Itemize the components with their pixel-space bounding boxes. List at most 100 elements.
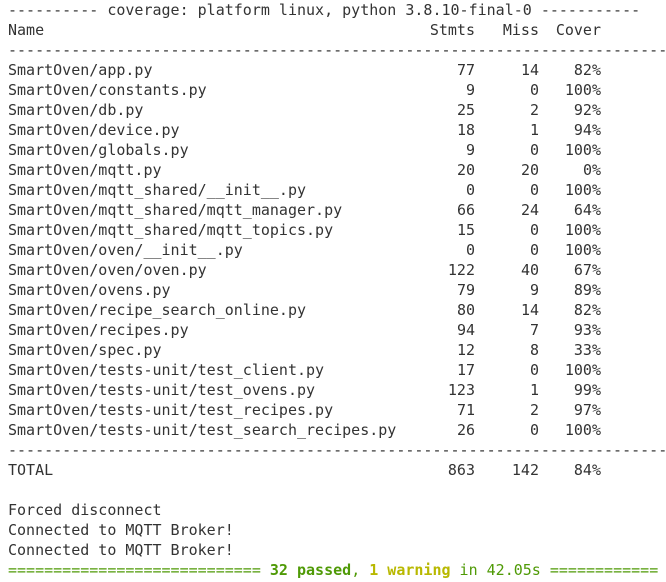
miss-value: 0 bbox=[529, 181, 539, 199]
miss-value: 2 bbox=[529, 401, 539, 419]
stmts-value: 71 bbox=[456, 401, 475, 419]
summary-left-rule: ============================ bbox=[8, 561, 270, 579]
coverage-header: ---------- coverage: platform linux, pyt… bbox=[8, 1, 641, 19]
file-name: SmartOven/tests-unit/test_search_recipes… bbox=[8, 421, 397, 439]
stmts-value: 20 bbox=[456, 161, 475, 179]
cover-value: 33% bbox=[573, 341, 601, 359]
column-name: Name bbox=[8, 21, 45, 39]
stmts-value: 9 bbox=[465, 81, 475, 99]
stmts-value: 94 bbox=[456, 321, 475, 339]
miss-value: 0 bbox=[529, 421, 539, 439]
stmts-value: 12 bbox=[456, 341, 475, 359]
passed-count: 32 passed bbox=[269, 561, 352, 579]
cover-value: 100% bbox=[564, 361, 601, 379]
cover-value: 100% bbox=[564, 421, 601, 439]
total-row: TOTAL 863 142 84% bbox=[8, 460, 601, 480]
cover-value: 100% bbox=[564, 81, 601, 99]
miss-value: 9 bbox=[529, 281, 539, 299]
stmts-value: 77 bbox=[456, 61, 475, 79]
miss-value: 14 bbox=[520, 61, 539, 79]
file-name: SmartOven/recipe_search_online.py bbox=[8, 301, 307, 319]
file-name: SmartOven/tests-unit/test_client.py bbox=[8, 361, 325, 379]
total-label: TOTAL bbox=[8, 461, 54, 479]
terminal-output: { "header_rule": "---------- coverage: p… bbox=[0, 0, 666, 582]
miss-value: 7 bbox=[529, 321, 539, 339]
stmts-value: 26 bbox=[456, 421, 475, 439]
cover-value: 64% bbox=[573, 201, 601, 219]
stmts-value: 0 bbox=[465, 241, 475, 259]
miss-value: 40 bbox=[520, 261, 539, 279]
stmts-value: 17 bbox=[456, 361, 475, 379]
cover-value: 99% bbox=[573, 381, 601, 399]
stmts-value: 79 bbox=[456, 281, 475, 299]
miss-value: 0 bbox=[529, 221, 539, 239]
file-name: SmartOven/mqtt.py bbox=[8, 161, 162, 179]
cover-value: 89% bbox=[573, 281, 601, 299]
miss-value: 1 bbox=[529, 121, 539, 139]
stmts-value: 66 bbox=[456, 201, 475, 219]
file-name: SmartOven/mqtt_shared/mqtt_manager.py bbox=[8, 201, 343, 219]
cover-value: 0% bbox=[582, 161, 601, 179]
stmts-value: 123 bbox=[447, 381, 475, 399]
miss-value: 0 bbox=[529, 141, 539, 159]
file-name: SmartOven/globals.py bbox=[8, 141, 189, 159]
cover-value: 100% bbox=[564, 181, 601, 199]
column-stmts: Stmts bbox=[429, 21, 475, 39]
message-line: Forced disconnect bbox=[8, 501, 162, 519]
cover-value: 97% bbox=[573, 401, 601, 419]
file-name: SmartOven/ovens.py bbox=[8, 281, 171, 299]
warning-count: 1 warning bbox=[369, 561, 451, 579]
cover-value: 82% bbox=[573, 61, 601, 79]
separator-top: ----------------------------------------… bbox=[8, 41, 666, 59]
message-line: Connected to MQTT Broker! bbox=[8, 541, 234, 559]
miss-value: 2 bbox=[529, 101, 539, 119]
cover-value: 100% bbox=[564, 141, 601, 159]
file-name: SmartOven/db.py bbox=[8, 101, 144, 119]
file-name: SmartOven/constants.py bbox=[8, 81, 207, 99]
stmts-value: 0 bbox=[465, 181, 475, 199]
file-name: SmartOven/tests-unit/test_ovens.py bbox=[8, 381, 316, 399]
summary-comma: , bbox=[351, 561, 370, 579]
file-name: SmartOven/tests-unit/test_recipes.py bbox=[8, 401, 334, 419]
stmts-value: 122 bbox=[447, 261, 475, 279]
stmts-value: 25 bbox=[456, 101, 475, 119]
test-summary: ============================ 32 passed, … bbox=[8, 560, 658, 580]
file-name: SmartOven/oven/oven.py bbox=[8, 261, 207, 279]
file-name: SmartOven/device.py bbox=[8, 121, 180, 139]
cover-value: 67% bbox=[573, 261, 601, 279]
miss-value: 8 bbox=[529, 341, 539, 359]
message-line: Connected to MQTT Broker! bbox=[8, 521, 234, 539]
miss-value: 0 bbox=[529, 81, 539, 99]
cover-value: 94% bbox=[573, 121, 601, 139]
miss-value: 20 bbox=[520, 161, 539, 179]
miss-value: 14 bbox=[520, 301, 539, 319]
stmts-value: 80 bbox=[456, 301, 475, 319]
file-name: SmartOven/spec.py bbox=[8, 341, 162, 359]
miss-value: 24 bbox=[520, 201, 539, 219]
cover-value: 82% bbox=[573, 301, 601, 319]
file-name: SmartOven/app.py bbox=[8, 61, 153, 79]
total-stmts: 863 bbox=[447, 461, 475, 479]
file-name: SmartOven/oven/__init__.py bbox=[8, 241, 243, 259]
file-name: SmartOven/mqtt_shared/mqtt_topics.py bbox=[8, 221, 334, 239]
cover-value: 100% bbox=[564, 221, 601, 239]
cover-value: 100% bbox=[564, 241, 601, 259]
column-miss: Miss bbox=[502, 21, 539, 39]
stmts-value: 15 bbox=[456, 221, 475, 239]
file-name: SmartOven/recipes.py bbox=[8, 321, 189, 339]
miss-value: 0 bbox=[529, 361, 539, 379]
file-name: SmartOven/mqtt_shared/__init__.py bbox=[8, 181, 307, 199]
miss-value: 0 bbox=[529, 241, 539, 259]
stmts-value: 9 bbox=[465, 141, 475, 159]
miss-value: 1 bbox=[529, 381, 539, 399]
total-cover: 84% bbox=[573, 461, 601, 479]
summary-right-rule: ============ bbox=[540, 561, 659, 579]
separator-bottom: ----------------------------------------… bbox=[8, 441, 666, 459]
stmts-value: 18 bbox=[456, 121, 475, 139]
total-miss: 142 bbox=[511, 461, 539, 479]
cover-value: 93% bbox=[573, 321, 601, 339]
column-headers: Name Stmts Miss Cover bbox=[8, 20, 601, 40]
summary-time: in 42.05s bbox=[450, 561, 541, 579]
cover-value: 92% bbox=[573, 101, 601, 119]
column-cover: Cover bbox=[555, 21, 601, 39]
